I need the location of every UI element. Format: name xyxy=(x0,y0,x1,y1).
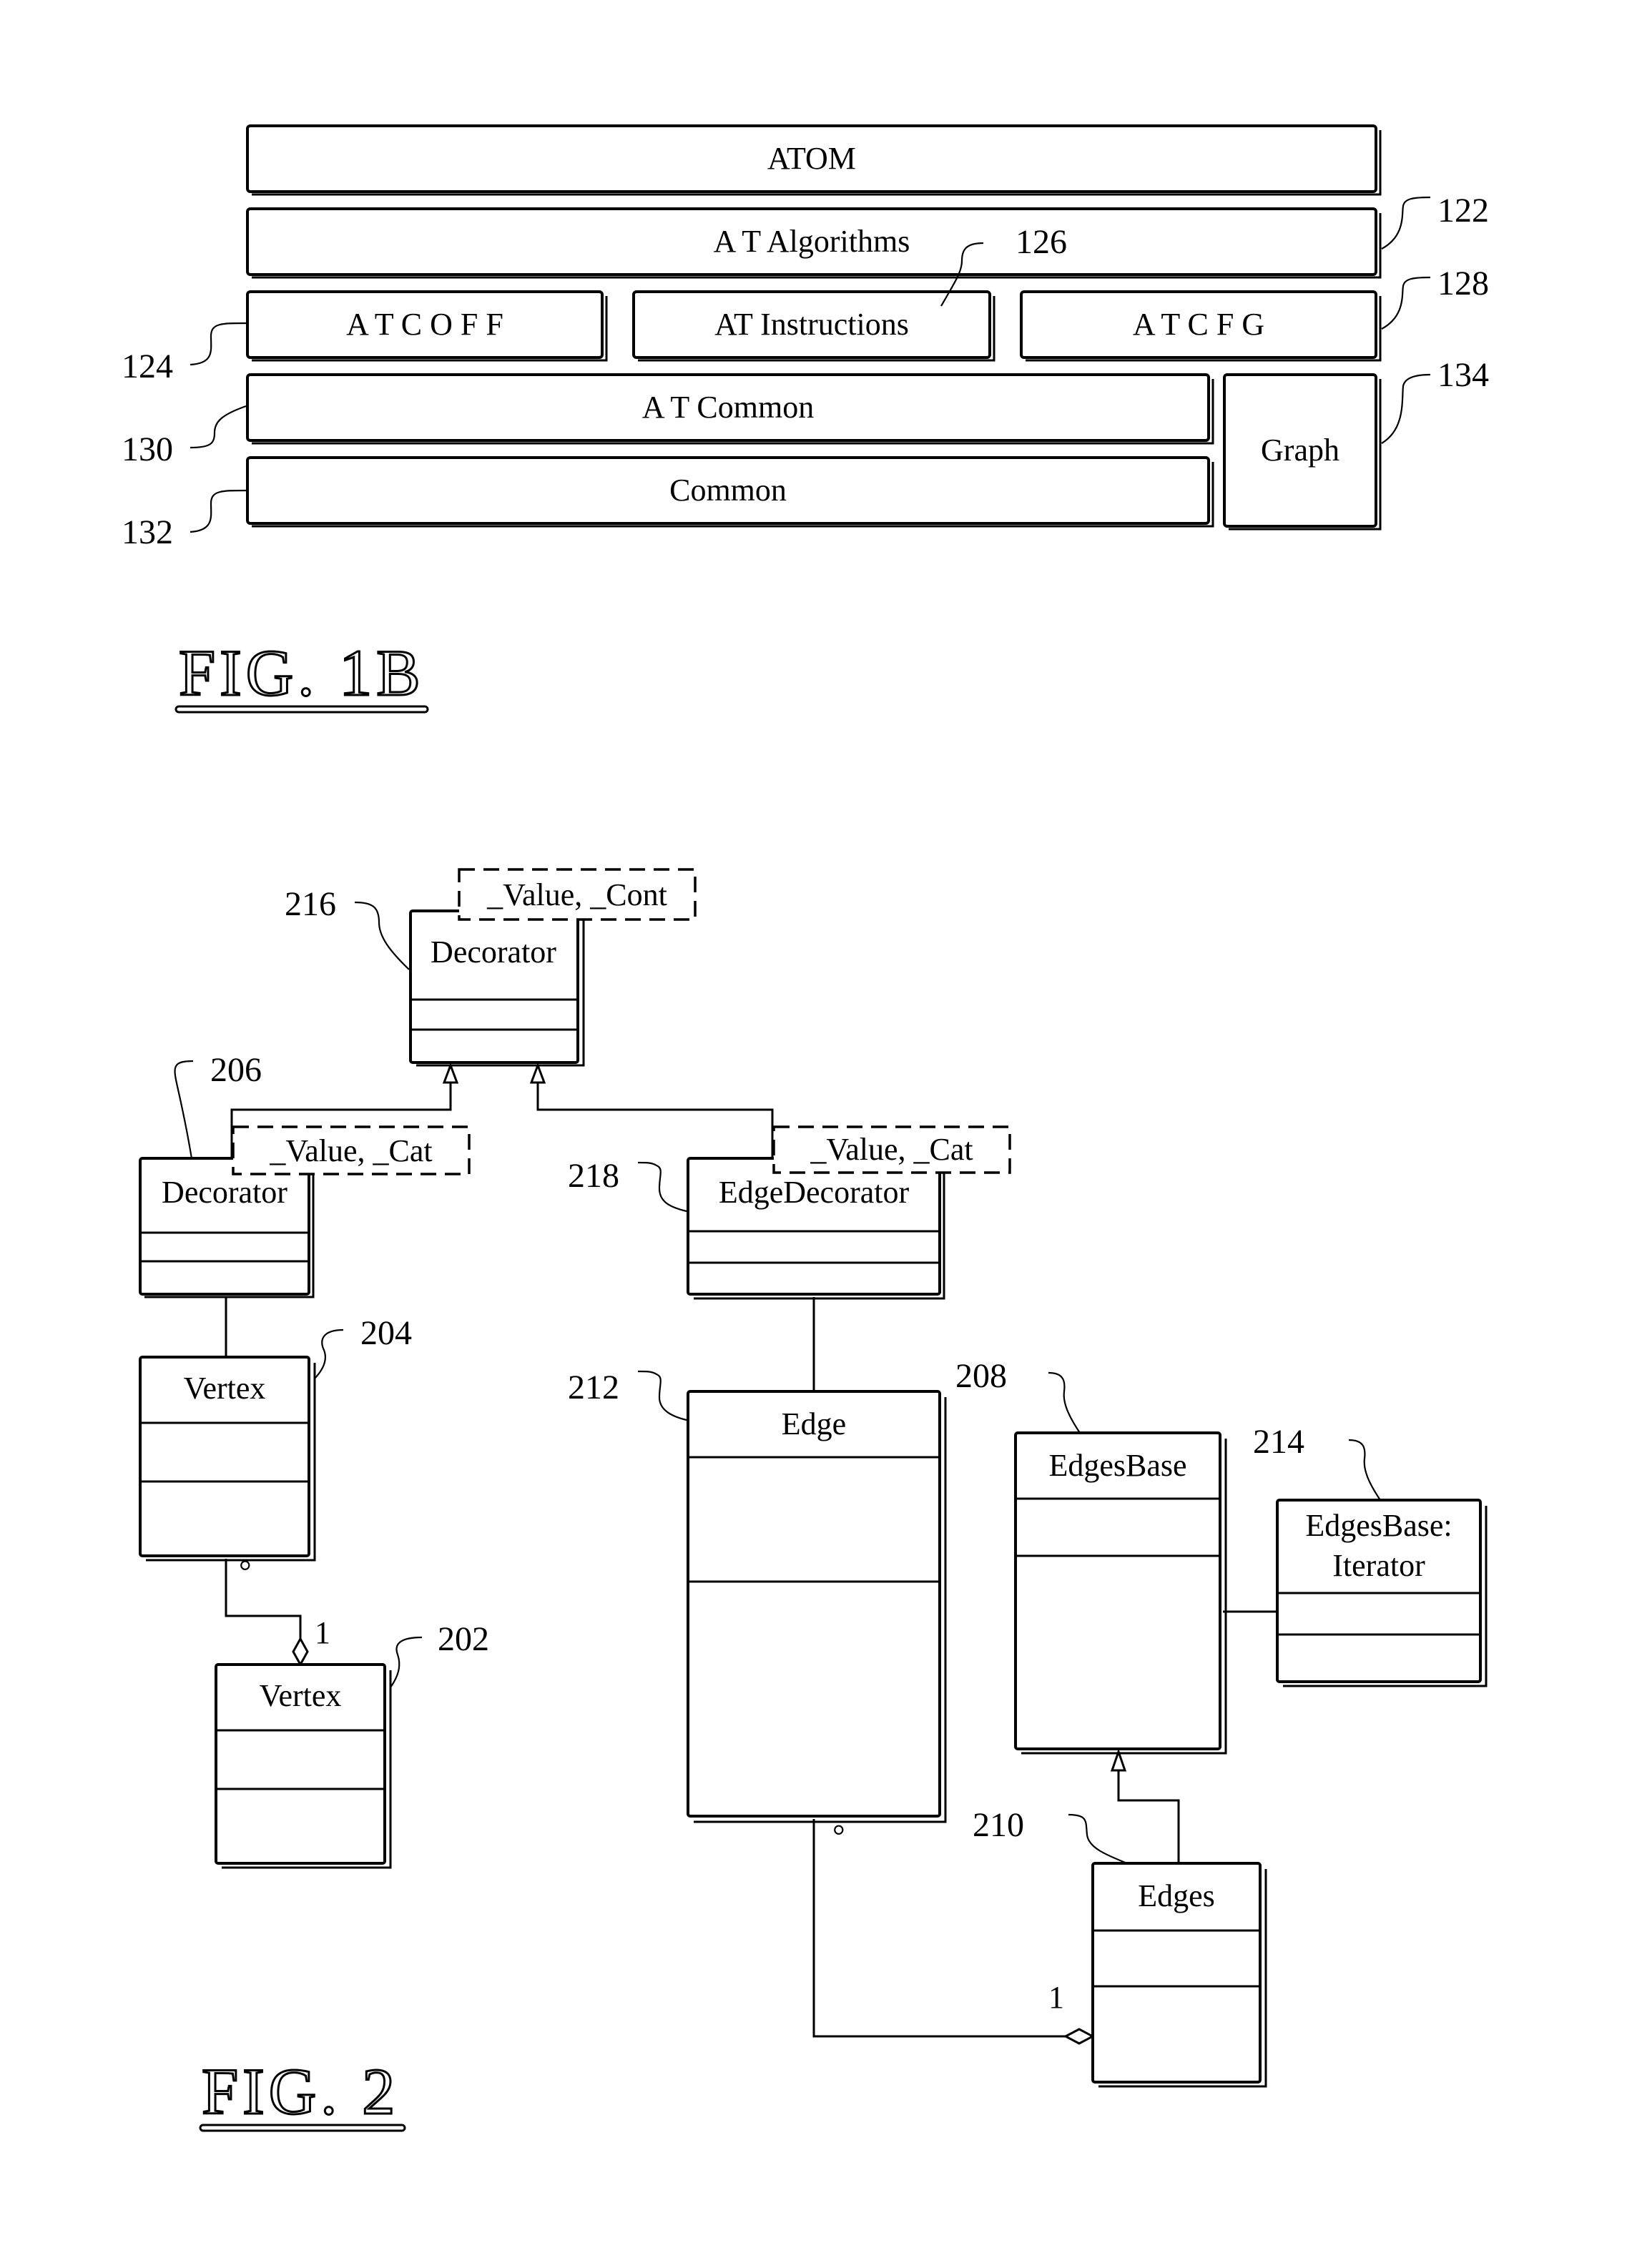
leader-204 xyxy=(314,1328,344,1379)
layer-graph: Graph xyxy=(1223,373,1382,531)
ref-214: 214 xyxy=(1253,1423,1304,1461)
leader-128 xyxy=(1381,276,1431,330)
template-param-decorator-216-text: _Value, _Cont xyxy=(486,877,667,912)
ref-128: 128 xyxy=(1437,265,1489,302)
ref-130: 130 xyxy=(122,430,173,468)
class-edge-decorator-218-name: EdgeDecorator xyxy=(719,1175,910,1210)
generalization-edgedecorator-to-decorator216 xyxy=(536,1080,774,1158)
ref-212: 212 xyxy=(568,1369,619,1406)
aggregation-edge-edges xyxy=(812,1819,1066,2038)
leader-208 xyxy=(1048,1371,1081,1434)
leader-122 xyxy=(1381,196,1431,250)
ref-218: 218 xyxy=(568,1157,619,1195)
layer-at-instructions: AT Instructions xyxy=(632,290,995,362)
class-edges-210-name: Edges xyxy=(1138,1878,1215,1913)
class-edge-decorator-218: EdgeDecorator _Value, _Cat xyxy=(687,1125,1011,1300)
class-edge-212-name: Edge xyxy=(782,1406,846,1441)
layer-at-instructions-label: AT Instructions xyxy=(714,307,909,342)
class-vertex-204: Vertex xyxy=(139,1356,316,1562)
layer-at-algorithms: A T Algorithms xyxy=(246,207,1382,279)
generalization-arrowhead-edgesbase xyxy=(1110,1748,1127,1772)
layer-atcoff-label: A T C O F F xyxy=(346,307,503,342)
leader-206 xyxy=(174,1060,194,1159)
class-decorator-216: Decorator _Value, _Cont xyxy=(409,868,697,1067)
leader-134 xyxy=(1381,373,1431,444)
layer-at-algorithms-label: A T Algorithms xyxy=(714,224,910,259)
class-edges-base-208: EdgesBase xyxy=(1014,1431,1227,1755)
class-edges-210: Edges xyxy=(1091,1862,1267,2088)
template-param-edge-decorator-218-text: _Value, _Cat xyxy=(810,1132,973,1167)
class-edges-base-iterator-214: EdgesBase: Iterator xyxy=(1276,1499,1488,1687)
layer-atom-label: ATOM xyxy=(767,141,856,176)
multiplicity-edge-many: ° xyxy=(832,1818,845,1853)
aggregation-diamond-edges xyxy=(1063,2028,1096,2045)
ref-124: 124 xyxy=(122,347,173,385)
ref-134: 134 xyxy=(1437,356,1489,394)
class-decorator-216-name: Decorator xyxy=(431,935,556,970)
class-edges-base-iterator-214-name-line1: EdgesBase: xyxy=(1305,1508,1452,1543)
ref-204: 204 xyxy=(360,1314,412,1352)
ref-126: 126 xyxy=(1016,223,1067,261)
leader-216 xyxy=(354,901,410,970)
leader-132 xyxy=(190,489,247,533)
multiplicity-vertex-many: ° xyxy=(239,1554,252,1589)
fig-1b-underline xyxy=(174,705,429,714)
layer-common-label: Common xyxy=(669,473,787,508)
ref-206: 206 xyxy=(210,1051,262,1089)
layer-at-common: A T Common xyxy=(246,373,1214,445)
template-param-decorator-206-text: _Value, _Cat xyxy=(269,1133,432,1168)
layer-atcfg-label: A T C F G xyxy=(1133,307,1264,342)
patent-drawing-sheet: ATOM A T Algorithms A T C O F F AT Instr… xyxy=(122,124,1489,2132)
leader-210 xyxy=(1068,1813,1128,1865)
layer-graph-label: Graph xyxy=(1261,433,1339,468)
class-decorator-206: Decorator _Value, _Cat xyxy=(139,1125,471,1298)
layer-atom: ATOM xyxy=(246,124,1382,196)
layer-at-common-label: A T Common xyxy=(642,390,814,425)
class-edges-base-iterator-214-name-line2: Iterator xyxy=(1332,1548,1425,1583)
multiplicity-vertex-one: 1 xyxy=(315,1615,330,1650)
multiplicity-edge-one: 1 xyxy=(1048,1980,1064,2015)
ref-122: 122 xyxy=(1437,192,1489,230)
aggregation-vertex204-vertex202 xyxy=(225,1559,302,1640)
ref-216: 216 xyxy=(285,885,336,923)
fig-1b-caption: FIG. 1B xyxy=(179,636,425,709)
layer-common: Common xyxy=(246,456,1214,528)
ref-202: 202 xyxy=(438,1620,489,1658)
layer-atcoff: A T C O F F xyxy=(246,290,608,362)
class-vertex-202-name: Vertex xyxy=(260,1678,342,1713)
aggregation-diamond-vertex202 xyxy=(292,1636,309,1667)
class-vertex-202: Vertex xyxy=(215,1663,392,1869)
class-edges-base-208-name: EdgesBase xyxy=(1048,1448,1186,1483)
class-vertex-204-name: Vertex xyxy=(184,1371,266,1406)
fig-2-class-diagram: Decorator _Value, _Cont 216 Decorator _V… xyxy=(139,868,1488,2132)
ref-210: 210 xyxy=(973,1806,1024,1844)
leader-212 xyxy=(637,1370,687,1421)
layer-atcfg: A T C F G xyxy=(1020,290,1382,362)
class-edge-212: Edge xyxy=(687,1390,947,1823)
fig-2-underline xyxy=(199,2124,406,2132)
generalization-arrowhead-right xyxy=(529,1062,546,1084)
class-decorator-206-name: Decorator xyxy=(162,1175,287,1210)
leader-218 xyxy=(637,1161,687,1213)
ref-132: 132 xyxy=(122,513,173,551)
fig-2-caption: FIG. 2 xyxy=(202,2055,399,2128)
leader-214 xyxy=(1348,1439,1381,1501)
leader-124 xyxy=(190,322,247,366)
leader-202 xyxy=(390,1636,423,1688)
generalization-edges-to-edgesbase xyxy=(1117,1769,1180,1863)
ref-208: 208 xyxy=(955,1357,1007,1395)
fig-1b-layer-diagram: ATOM A T Algorithms A T C O F F AT Instr… xyxy=(122,124,1489,714)
generalization-arrowhead-left xyxy=(442,1062,459,1084)
leader-130 xyxy=(190,405,247,449)
